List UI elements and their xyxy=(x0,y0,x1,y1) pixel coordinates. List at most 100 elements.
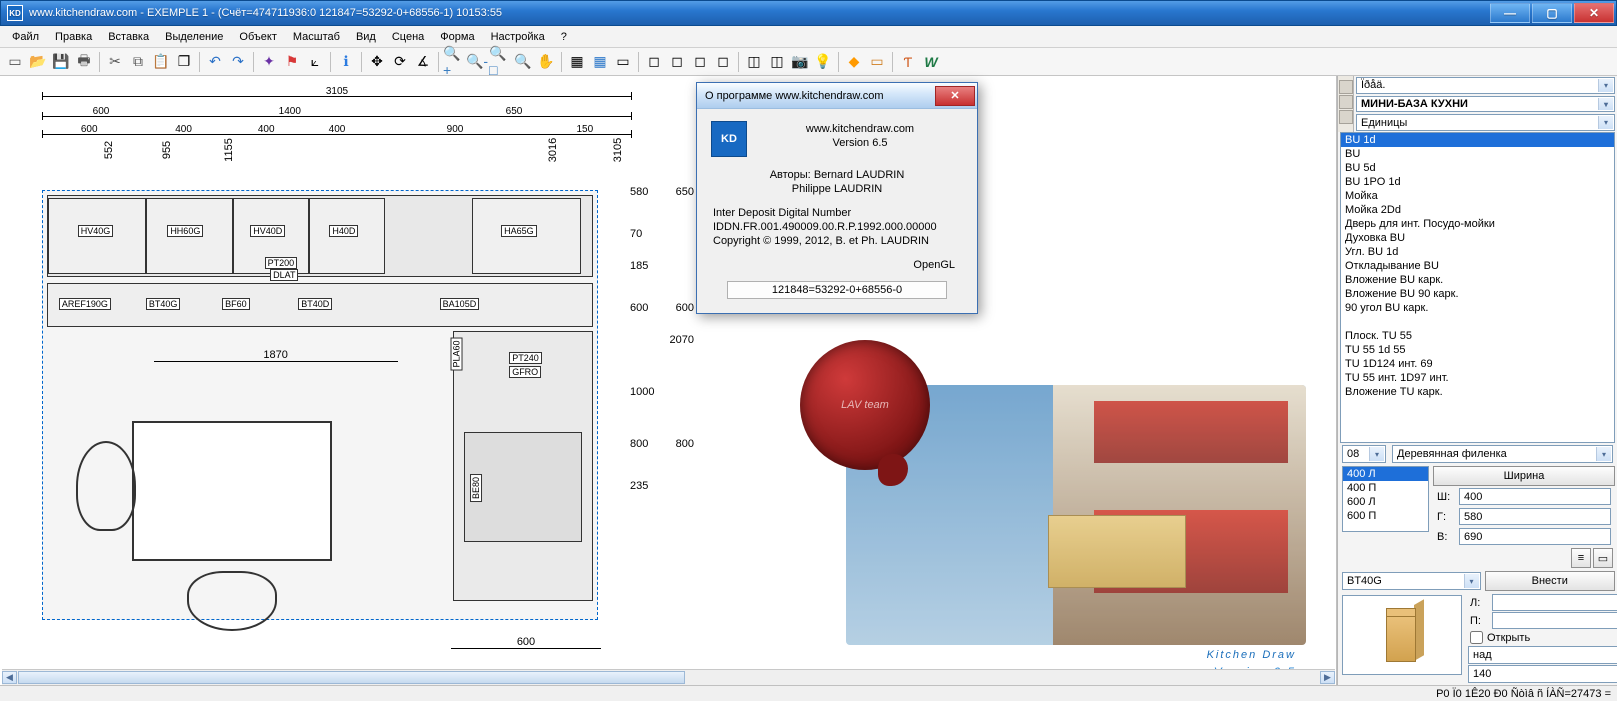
layer3-icon[interactable]: ▭ xyxy=(612,51,634,73)
list-item[interactable]: 400 Л xyxy=(1343,467,1428,481)
menu-help[interactable]: ? xyxy=(553,29,575,45)
list-item[interactable]: Дверь для инт. Посудо-мойки xyxy=(1341,217,1614,231)
menu-form[interactable]: Форма xyxy=(432,29,482,45)
tool-icon[interactable]: ⟀ xyxy=(304,51,326,73)
open-icon[interactable]: 📂 xyxy=(27,51,49,73)
list-item[interactable]: Плоск. TU 55 xyxy=(1341,329,1614,343)
new-icon[interactable]: ▭ xyxy=(4,51,26,73)
list-item[interactable]: Вложение BU карк. xyxy=(1341,273,1614,287)
list-item[interactable]: Мойка 2Dd xyxy=(1341,203,1614,217)
list-item[interactable] xyxy=(1341,315,1614,329)
view4-icon[interactable]: ◻ xyxy=(712,51,734,73)
width-button[interactable]: Ширина xyxy=(1433,466,1615,486)
insert-button[interactable]: Внести xyxy=(1485,571,1616,591)
menu-insert[interactable]: Вставка xyxy=(100,29,157,45)
list-item[interactable]: TU 55 1d 55 xyxy=(1341,343,1614,357)
duplicate-icon[interactable]: ❐ xyxy=(173,51,195,73)
scroll-left-icon[interactable]: ◀ xyxy=(2,671,17,684)
list-item[interactable]: Духовка BU xyxy=(1341,231,1614,245)
about-close-button[interactable]: ✕ xyxy=(935,86,975,106)
menu-settings[interactable]: Настройка xyxy=(483,29,553,45)
zoom-out-icon[interactable]: 🔍- xyxy=(466,51,488,73)
menu-object[interactable]: Объект xyxy=(231,29,284,45)
list-item[interactable]: Вложение BU 90 карк. xyxy=(1341,287,1614,301)
h-input[interactable] xyxy=(1459,528,1611,545)
side-tab-3[interactable] xyxy=(1339,110,1353,124)
undo-icon[interactable]: ↶ xyxy=(204,51,226,73)
list-item[interactable]: BU 5d xyxy=(1341,161,1614,175)
tool-small-1[interactable]: ≡ xyxy=(1571,548,1591,568)
finish-code-combo[interactable]: 08▾ xyxy=(1342,445,1386,463)
layer1-icon[interactable]: ▦ xyxy=(566,51,588,73)
num-combo[interactable]: 140▾ xyxy=(1468,665,1617,683)
menu-scene[interactable]: Сцена xyxy=(384,29,432,45)
code-combo[interactable]: BT40G▾ xyxy=(1342,572,1481,590)
l-input[interactable] xyxy=(1492,594,1617,611)
measure-icon[interactable]: ∡ xyxy=(412,51,434,73)
menu-scale[interactable]: Масштаб xyxy=(285,29,348,45)
palette-icon[interactable]: ▭ xyxy=(866,51,888,73)
w-input[interactable] xyxy=(1459,488,1611,505)
list-item[interactable]: 400 П xyxy=(1343,481,1428,495)
view1-icon[interactable]: ◻ xyxy=(643,51,665,73)
zoom-in-icon[interactable]: 🔍+ xyxy=(443,51,465,73)
catalog-combo[interactable]: МИНИ-БАЗА КУХНИ▾ xyxy=(1356,96,1615,113)
copy-icon[interactable]: ⧉ xyxy=(127,51,149,73)
maximize-button[interactable]: ▢ xyxy=(1532,3,1572,23)
menu-edit[interactable]: Правка xyxy=(47,29,100,45)
scroll-right-icon[interactable]: ▶ xyxy=(1320,671,1335,684)
list-item[interactable]: BU 1PO 1d xyxy=(1341,175,1614,189)
curve-icon[interactable]: Ƭ xyxy=(897,51,919,73)
finish-name-combo[interactable]: Деревянная филенка▾ xyxy=(1392,445,1613,463)
zoom-window-icon[interactable]: 🔍 xyxy=(512,51,534,73)
light-icon[interactable]: 💡 xyxy=(812,51,834,73)
menu-file[interactable]: Файл xyxy=(4,29,47,45)
d-input[interactable] xyxy=(1459,508,1611,525)
cut-icon[interactable]: ✂ xyxy=(104,51,126,73)
minimize-button[interactable]: — xyxy=(1490,3,1530,23)
tool-small-2[interactable]: ▭ xyxy=(1593,548,1613,568)
zoom-fit-icon[interactable]: 🔍□ xyxy=(489,51,511,73)
pan-icon[interactable]: ✋ xyxy=(535,51,557,73)
item-list[interactable]: BU 1dBUBU 5dBU 1PO 1dМойкаМойка 2DdДверь… xyxy=(1340,132,1615,443)
rotate-icon[interactable]: ⟳ xyxy=(389,51,411,73)
flag-icon[interactable]: ⚑ xyxy=(281,51,303,73)
list-item[interactable]: 600 Л xyxy=(1343,495,1428,509)
position-combo[interactable]: над▾ xyxy=(1468,646,1617,664)
list-item[interactable]: BU xyxy=(1341,147,1614,161)
list-item[interactable]: Вложение TU карк. xyxy=(1341,385,1614,399)
side-tab-2[interactable] xyxy=(1339,95,1353,109)
preset-combo[interactable]: Ïðåä.▾ xyxy=(1356,77,1615,94)
w-icon[interactable]: W xyxy=(920,51,942,73)
group-combo[interactable]: Единицы▾ xyxy=(1356,114,1615,131)
p-input[interactable] xyxy=(1492,612,1617,629)
scroll-thumb[interactable] xyxy=(18,671,685,684)
side-tab-1[interactable] xyxy=(1339,80,1353,94)
canvas[interactable]: 3105 600 1400 650 600 400 400 400 900 15… xyxy=(0,76,1337,685)
redo-icon[interactable]: ↷ xyxy=(227,51,249,73)
render1-icon[interactable]: ◫ xyxy=(743,51,765,73)
list-item[interactable]: Откладывание BU xyxy=(1341,259,1614,273)
view3-icon[interactable]: ◻ xyxy=(689,51,711,73)
list-item[interactable]: Мойка xyxy=(1341,189,1614,203)
save-icon[interactable]: 💾 xyxy=(50,51,72,73)
wizard-icon[interactable]: ✦ xyxy=(258,51,280,73)
render2-icon[interactable]: ◫ xyxy=(766,51,788,73)
print-icon[interactable]: 🖶 xyxy=(73,51,95,73)
about-titlebar[interactable]: О программе www.kitchendraw.com ✕ xyxy=(697,83,977,109)
h-scrollbar[interactable]: ◀ ▶ xyxy=(2,669,1335,685)
move-icon[interactable]: ✥ xyxy=(366,51,388,73)
list-item[interactable]: TU 1D124 инт. 69 xyxy=(1341,357,1614,371)
view2-icon[interactable]: ◻ xyxy=(666,51,688,73)
list-item[interactable]: TU 55 инт. 1D97 инт. xyxy=(1341,371,1614,385)
close-button[interactable]: ✕ xyxy=(1574,3,1614,23)
info-icon[interactable]: ℹ xyxy=(335,51,357,73)
paste-icon[interactable]: 📋 xyxy=(150,51,172,73)
size-list[interactable]: 400 Л400 П600 Л600 П xyxy=(1342,466,1429,532)
list-item[interactable]: BU 1d xyxy=(1341,133,1614,147)
list-item[interactable]: 600 П xyxy=(1343,509,1428,523)
camera-icon[interactable]: 📷 xyxy=(789,51,811,73)
menu-view[interactable]: Вид xyxy=(348,29,384,45)
layer2-icon[interactable]: ▦ xyxy=(589,51,611,73)
menu-select[interactable]: Выделение xyxy=(157,29,231,45)
